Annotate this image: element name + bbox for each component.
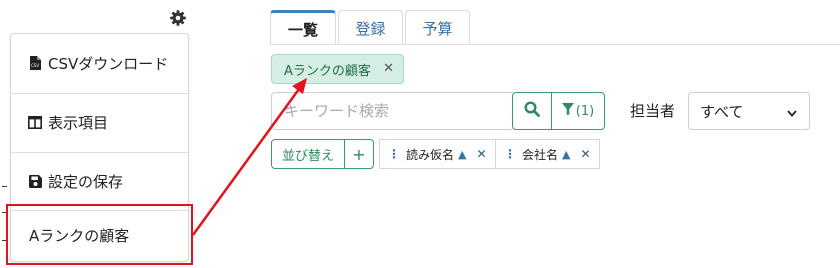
sort-ascending-icon[interactable]: ▲ xyxy=(562,148,570,161)
columns-icon xyxy=(28,115,42,129)
tab-list[interactable]: 一覧 xyxy=(270,10,336,45)
save-icon xyxy=(28,174,42,188)
menu-item-save-settings[interactable]: 設定の保存 xyxy=(11,153,188,209)
remove-sort-icon[interactable]: ✕ xyxy=(580,147,590,161)
tab-label: 一覧 xyxy=(287,20,318,39)
assignee-label: 担当者 xyxy=(630,102,676,120)
filter-chip-label: Aランクの顧客 xyxy=(284,63,371,79)
tab-label: 予算 xyxy=(422,19,453,38)
sort-ascending-icon[interactable]: ▲ xyxy=(458,148,466,161)
search-icon xyxy=(524,101,540,121)
svg-text:CSV: CSV xyxy=(31,63,39,68)
sort-key-item: ⋮ 会社名 ▲ ✕ xyxy=(495,139,600,169)
tab-bar-divider xyxy=(270,44,840,45)
tab-register[interactable]: 登録 xyxy=(338,10,403,45)
background-content-edge xyxy=(0,150,8,260)
drag-handle-icon[interactable]: ⋮ xyxy=(388,147,400,161)
sort-button[interactable]: 並び替え xyxy=(271,139,345,169)
tab-bar: 一覧 登録 予算 xyxy=(270,10,472,45)
chevron-down-icon xyxy=(786,105,798,123)
applied-filter-chip[interactable]: Aランクの顧客 ✕ xyxy=(271,54,404,84)
assignee-select[interactable]: すべて xyxy=(688,92,810,130)
drag-handle-icon[interactable]: ⋮ xyxy=(504,147,516,161)
tab-label: 登録 xyxy=(355,19,386,38)
filter-count: (1) xyxy=(575,103,595,119)
menu-item-csv-download[interactable]: CSV CSVダウンロード xyxy=(11,35,188,91)
search-button[interactable] xyxy=(512,92,552,130)
keyword-search-input[interactable] xyxy=(271,92,513,130)
filter-button[interactable]: (1) xyxy=(551,92,605,130)
assignee-selected-value: すべて xyxy=(700,102,744,121)
settings-dropdown-menu: CSV CSVダウンロード 表示項目 設定の保存 Aランクの顧客 xyxy=(10,33,189,262)
sort-key-label: 読み仮名 xyxy=(406,147,455,162)
remove-sort-icon[interactable]: ✕ xyxy=(476,147,486,161)
gear-icon[interactable] xyxy=(168,8,188,28)
sort-key-label: 会社名 xyxy=(522,147,559,162)
tab-budget[interactable]: 予算 xyxy=(405,10,470,45)
menu-item-saved-view-a-rank[interactable]: Aランクの顧客 xyxy=(11,208,188,262)
filter-funnel-icon xyxy=(561,103,574,119)
menu-item-label: CSVダウンロード xyxy=(48,54,169,73)
csv-file-icon: CSV xyxy=(28,56,42,70)
close-icon[interactable]: ✕ xyxy=(383,61,394,76)
menu-item-label: 表示項目 xyxy=(48,113,109,132)
sort-key-item: ⋮ 読み仮名 ▲ ✕ xyxy=(379,139,496,169)
menu-item-display-columns[interactable]: 表示項目 xyxy=(11,94,188,150)
add-sort-button[interactable]: + xyxy=(344,139,374,169)
menu-item-label: 設定の保存 xyxy=(48,172,124,191)
menu-item-label: Aランクの顧客 xyxy=(29,226,130,245)
